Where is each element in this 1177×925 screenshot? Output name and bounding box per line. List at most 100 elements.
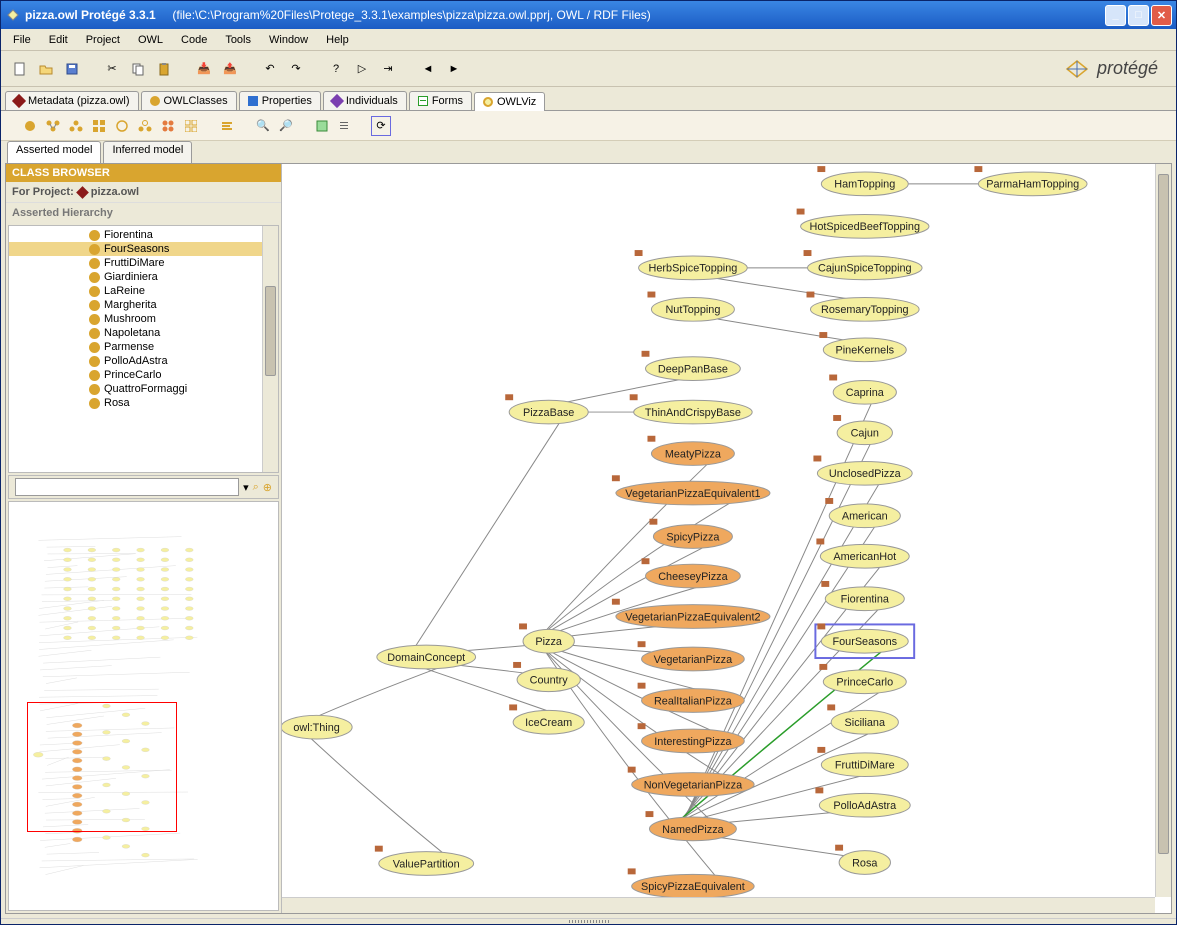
node-spicypizzaequivalent[interactable]: SpicyPizzaEquivalent bbox=[628, 868, 754, 898]
node-hamtopping[interactable]: HamTopping bbox=[817, 166, 908, 196]
tab-metadata-pizza-owl-[interactable]: Metadata (pizza.owl) bbox=[5, 91, 139, 110]
hide-all-button[interactable] bbox=[158, 116, 178, 136]
menu-project[interactable]: Project bbox=[78, 32, 128, 48]
show-parents-button[interactable] bbox=[66, 116, 86, 136]
subtab-inferred-model[interactable]: Inferred model bbox=[103, 141, 192, 163]
overview-viewport[interactable] bbox=[27, 702, 177, 832]
node-deeppanbase[interactable]: DeepPanBase bbox=[642, 351, 741, 381]
overview-panel[interactable] bbox=[8, 501, 279, 911]
tree-item-fourseasons[interactable]: FourSeasons bbox=[9, 242, 278, 256]
tree-item-princecarlo[interactable]: PrinceCarlo bbox=[9, 368, 278, 382]
tree-item-lareine[interactable]: LaReine bbox=[9, 284, 278, 298]
node-realitalianpizza[interactable]: RealItalianPizza bbox=[638, 683, 745, 713]
menu-code[interactable]: Code bbox=[173, 32, 215, 48]
close-button[interactable]: ✕ bbox=[1151, 5, 1172, 26]
node-pizza[interactable]: Pizza bbox=[519, 623, 574, 653]
node-cheeseypizza[interactable]: CheeseyPizza bbox=[642, 558, 741, 588]
node-owlthing[interactable]: owl:Thing bbox=[282, 715, 352, 739]
archive-button[interactable]: 📥 bbox=[193, 58, 215, 80]
options-button[interactable] bbox=[335, 116, 355, 136]
node-caprina[interactable]: Caprina bbox=[829, 375, 896, 405]
next-button[interactable]: ► bbox=[443, 58, 465, 80]
save-button[interactable] bbox=[61, 58, 83, 80]
titlebar[interactable]: pizza.owl Protégé 3.3.1 (file:\C:\Progra… bbox=[1, 1, 1176, 29]
zoom-out-button[interactable]: 🔎 bbox=[276, 116, 296, 136]
cut-button[interactable]: ✂ bbox=[101, 58, 123, 80]
node-rosemarytopping[interactable]: RosemaryTopping bbox=[807, 292, 920, 322]
tab-properties[interactable]: Properties bbox=[239, 91, 321, 110]
node-vegeq2[interactable]: VegetarianPizzaEquivalent2 bbox=[612, 599, 770, 629]
hide-subtree-button[interactable] bbox=[135, 116, 155, 136]
align-button[interactable] bbox=[217, 116, 237, 136]
node-icecream[interactable]: IceCream bbox=[509, 704, 584, 734]
undo-button[interactable]: ↶ bbox=[259, 58, 281, 80]
class-tree[interactable]: FiorentinaFourSeasonsFruttiDiMareGiardin… bbox=[8, 225, 279, 473]
node-domainconcept[interactable]: DomainConcept bbox=[377, 645, 476, 669]
step-button[interactable]: ⇥ bbox=[377, 58, 399, 80]
canvas-hscrollbar[interactable] bbox=[282, 897, 1155, 913]
node-meatypizza[interactable]: MeatyPizza bbox=[647, 436, 734, 466]
node-pinekernels[interactable]: PineKernels bbox=[819, 332, 906, 362]
tab-individuals[interactable]: Individuals bbox=[323, 91, 407, 110]
tab-owlviz[interactable]: OWLViz bbox=[474, 92, 545, 111]
new-button[interactable] bbox=[9, 58, 31, 80]
node-vegetarianpizza[interactable]: VegetarianPizza bbox=[638, 641, 745, 671]
node-interestingpizza[interactable]: InterestingPizza bbox=[638, 723, 745, 753]
bottom-splitter[interactable] bbox=[1, 918, 1176, 924]
subtab-asserted-model[interactable]: Asserted model bbox=[7, 141, 101, 163]
menu-tools[interactable]: Tools bbox=[217, 32, 259, 48]
show-children-button[interactable] bbox=[43, 116, 63, 136]
menu-help[interactable]: Help bbox=[318, 32, 357, 48]
node-hotspicedbeeftopping[interactable]: HotSpicedBeefTopping bbox=[797, 209, 929, 239]
filter-input[interactable] bbox=[15, 478, 239, 496]
redo-button[interactable]: ↷ bbox=[285, 58, 307, 80]
node-rosa[interactable]: Rosa bbox=[835, 845, 890, 875]
node-country[interactable]: Country bbox=[513, 662, 580, 692]
export-image-button[interactable] bbox=[312, 116, 332, 136]
tree-item-fiorentina[interactable]: Fiorentina bbox=[9, 228, 278, 242]
paste-button[interactable] bbox=[153, 58, 175, 80]
tree-scrollbar[interactable] bbox=[262, 226, 278, 472]
hide-grid-button[interactable] bbox=[181, 116, 201, 136]
node-nonvegetarianpizza[interactable]: NonVegetarianPizza bbox=[628, 767, 754, 797]
run-button[interactable]: ▷ bbox=[351, 58, 373, 80]
tree-item-parmense[interactable]: Parmense bbox=[9, 340, 278, 354]
menu-window[interactable]: Window bbox=[261, 32, 316, 48]
tab-owlclasses[interactable]: OWLClasses bbox=[141, 91, 237, 110]
show-all-button[interactable] bbox=[20, 116, 40, 136]
dropdown-icon[interactable]: ▾ bbox=[243, 481, 249, 494]
hide-button[interactable] bbox=[112, 116, 132, 136]
node-parmahamtopping[interactable]: ParmaHamTopping bbox=[974, 166, 1087, 196]
open-button[interactable] bbox=[35, 58, 57, 80]
canvas-vscrollbar[interactable] bbox=[1155, 164, 1171, 897]
node-american[interactable]: American bbox=[825, 498, 900, 528]
menu-file[interactable]: File bbox=[5, 32, 39, 48]
prev-button[interactable]: ◄ bbox=[417, 58, 439, 80]
minimize-button[interactable]: _ bbox=[1105, 5, 1126, 26]
node-thinandcrispybase[interactable]: ThinAndCrispyBase bbox=[630, 394, 752, 424]
add-icon[interactable]: ⊕ bbox=[263, 481, 272, 494]
node-nuttopping[interactable]: NutTopping bbox=[647, 292, 734, 322]
node-spicypizza[interactable]: SpicyPizza bbox=[649, 519, 732, 549]
copy-button[interactable] bbox=[127, 58, 149, 80]
grid-button[interactable] bbox=[89, 116, 109, 136]
tree-item-rosa[interactable]: Rosa bbox=[9, 396, 278, 410]
tree-item-quattroformaggi[interactable]: QuattroFormaggi bbox=[9, 382, 278, 396]
tree-item-polloadastra[interactable]: PolloAdAstra bbox=[9, 354, 278, 368]
node-princecarlo[interactable]: PrinceCarlo bbox=[819, 664, 906, 694]
node-cajunspicetopping[interactable]: CajunSpiceTopping bbox=[804, 250, 923, 280]
node-pizzabase[interactable]: PizzaBase bbox=[505, 394, 588, 424]
node-namedpizza[interactable]: NamedPizza bbox=[646, 811, 737, 841]
node-herbspicetopping[interactable]: HerbSpiceTopping bbox=[635, 250, 748, 280]
node-valuepartition[interactable]: ValuePartition bbox=[375, 846, 474, 876]
refresh-button[interactable]: ⟳ bbox=[371, 116, 391, 136]
tab-forms[interactable]: Forms bbox=[409, 91, 472, 110]
zoom-in-button[interactable]: 🔍 bbox=[253, 116, 273, 136]
graph-canvas[interactable]: owl:Thing DomainConcept ValuePartition Pizz… bbox=[282, 164, 1171, 913]
node-polloadastra[interactable]: PolloAdAstra bbox=[815, 787, 910, 817]
menu-edit[interactable]: Edit bbox=[41, 32, 76, 48]
node-siciliana[interactable]: Siciliana bbox=[827, 704, 898, 734]
node-fiorentina[interactable]: Fiorentina bbox=[821, 581, 904, 611]
maximize-button[interactable]: □ bbox=[1128, 5, 1149, 26]
find-icon[interactable]: ⌕ bbox=[253, 481, 259, 494]
